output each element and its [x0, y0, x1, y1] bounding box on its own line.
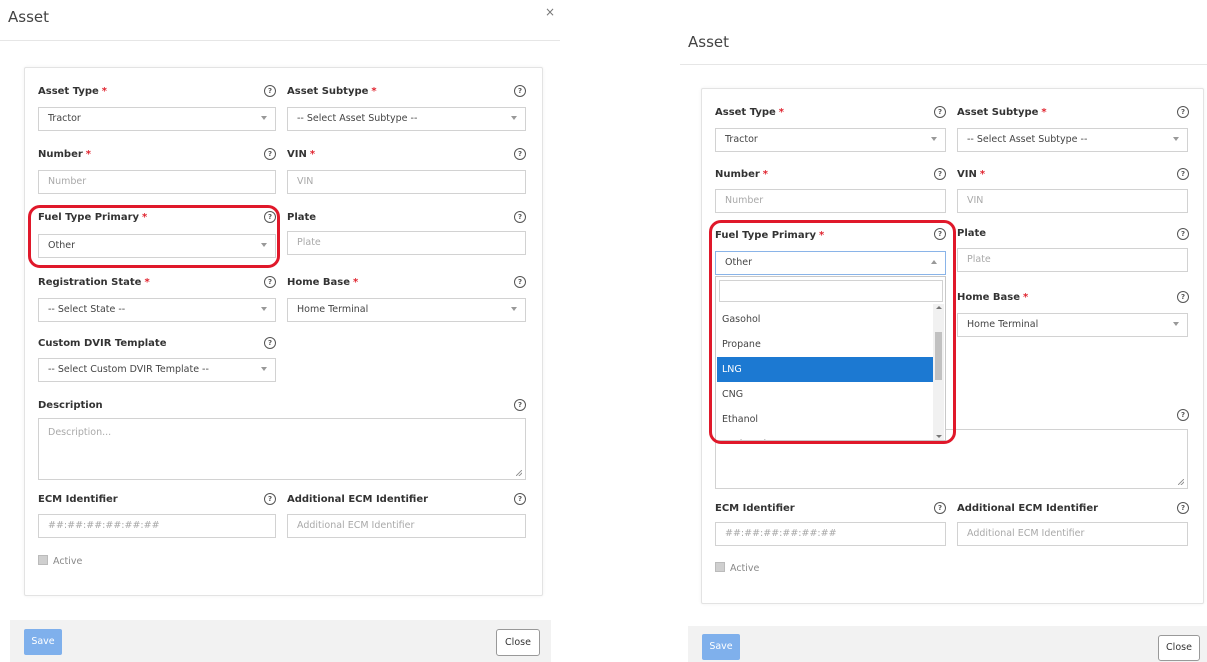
custom-dvir-template-select[interactable]: -- Select Custom DVIR Template -- [38, 358, 276, 382]
home-base-select[interactable]: Home Terminal [957, 313, 1188, 337]
number-label: Number * [715, 169, 769, 180]
highlight-annotation [709, 220, 956, 444]
help-icon[interactable]: ? [1177, 168, 1189, 180]
modal-title: Asset [8, 8, 50, 26]
home-base-label: Home Base * [287, 277, 359, 288]
number-input[interactable]: Number [38, 170, 276, 194]
help-icon[interactable]: ? [514, 211, 526, 223]
ecm-identifier-label: ECM Identifier [715, 503, 795, 514]
asset-type-label: Asset Type * [38, 86, 108, 97]
vin-label: VIN * [287, 149, 316, 160]
help-icon[interactable]: ? [1177, 228, 1189, 240]
registration-state-label: Registration State * [38, 277, 150, 288]
chevron-down-icon [261, 367, 267, 371]
ecm-identifier-input[interactable]: ##:##:##:##:##:## [38, 514, 276, 538]
chevron-down-icon [1173, 137, 1179, 141]
chevron-down-icon [931, 137, 937, 141]
chevron-down-icon [511, 307, 517, 311]
vin-label: VIN * [957, 169, 986, 180]
checkbox-icon[interactable] [715, 562, 725, 572]
help-icon[interactable]: ? [1177, 291, 1189, 303]
resize-handle-icon[interactable] [516, 470, 522, 476]
plate-input[interactable]: Plate [957, 248, 1188, 272]
description-textarea[interactable]: Description... [38, 418, 526, 480]
asset-subtype-select[interactable]: -- Select Asset Subtype -- [957, 128, 1188, 152]
additional-ecm-identifier-input[interactable]: Additional ECM Identifier [957, 522, 1188, 546]
help-icon[interactable]: ? [514, 493, 526, 505]
asset-type-select[interactable]: Tractor [38, 107, 276, 131]
modal-footer [10, 620, 551, 662]
plate-input[interactable]: Plate [287, 231, 526, 255]
active-checkbox[interactable]: Active [38, 555, 82, 567]
chevron-down-icon [511, 116, 517, 120]
checkbox-icon[interactable] [38, 555, 48, 565]
active-checkbox[interactable]: Active [715, 562, 759, 574]
registration-state-select[interactable]: -- Select State -- [38, 298, 276, 322]
additional-ecm-identifier-label: Additional ECM Identifier [287, 494, 429, 505]
ecm-identifier-label: ECM Identifier [38, 494, 118, 505]
help-icon[interactable]: ? [514, 148, 526, 160]
help-icon[interactable]: ? [1177, 502, 1189, 514]
asset-subtype-label: Asset Subtype * [957, 107, 1047, 118]
help-icon[interactable]: ? [514, 399, 526, 411]
help-icon[interactable]: ? [264, 276, 276, 288]
chevron-down-icon [261, 116, 267, 120]
help-icon[interactable]: ? [934, 502, 946, 514]
help-icon[interactable]: ? [1177, 106, 1189, 118]
save-button[interactable]: Save [702, 634, 740, 660]
highlight-annotation [28, 205, 280, 268]
asset-type-label: Asset Type * [715, 107, 785, 118]
vin-input[interactable]: VIN [287, 170, 526, 194]
resize-handle-icon[interactable] [1178, 479, 1184, 485]
number-input[interactable]: Number [715, 189, 946, 213]
help-icon[interactable]: ? [934, 168, 946, 180]
help-icon[interactable]: ? [934, 106, 946, 118]
chevron-down-icon [261, 307, 267, 311]
help-icon[interactable]: ? [514, 276, 526, 288]
home-base-label: Home Base * [957, 292, 1029, 303]
custom-dvir-template-label: Custom DVIR Template [38, 338, 167, 349]
chevron-down-icon [1173, 322, 1179, 326]
modal-title: Asset [688, 33, 730, 51]
description-label: Description [38, 400, 103, 411]
additional-ecm-identifier-label: Additional ECM Identifier [957, 503, 1099, 514]
close-button[interactable]: Close [496, 629, 540, 656]
asset-type-select[interactable]: Tractor [715, 128, 946, 152]
additional-ecm-identifier-input[interactable]: Additional ECM Identifier [287, 514, 526, 538]
close-icon[interactable]: × [545, 5, 555, 19]
help-icon[interactable]: ? [514, 85, 526, 97]
modal-footer [688, 626, 1207, 662]
help-icon[interactable]: ? [1177, 409, 1189, 421]
help-icon[interactable]: ? [264, 493, 276, 505]
asset-subtype-select[interactable]: -- Select Asset Subtype -- [287, 107, 526, 131]
home-base-select[interactable]: Home Terminal [287, 298, 526, 322]
plate-label: Plate [957, 228, 987, 239]
number-label: Number * [38, 149, 92, 160]
save-button[interactable]: Save [24, 629, 62, 655]
help-icon[interactable]: ? [264, 337, 276, 349]
help-icon[interactable]: ? [264, 85, 276, 97]
help-icon[interactable]: ? [264, 148, 276, 160]
ecm-identifier-input[interactable]: ##:##:##:##:##:## [715, 522, 946, 546]
vin-input[interactable]: VIN [957, 189, 1188, 213]
asset-subtype-label: Asset Subtype * [287, 86, 377, 97]
plate-label: Plate [287, 212, 317, 223]
close-button[interactable]: Close [1158, 635, 1200, 661]
